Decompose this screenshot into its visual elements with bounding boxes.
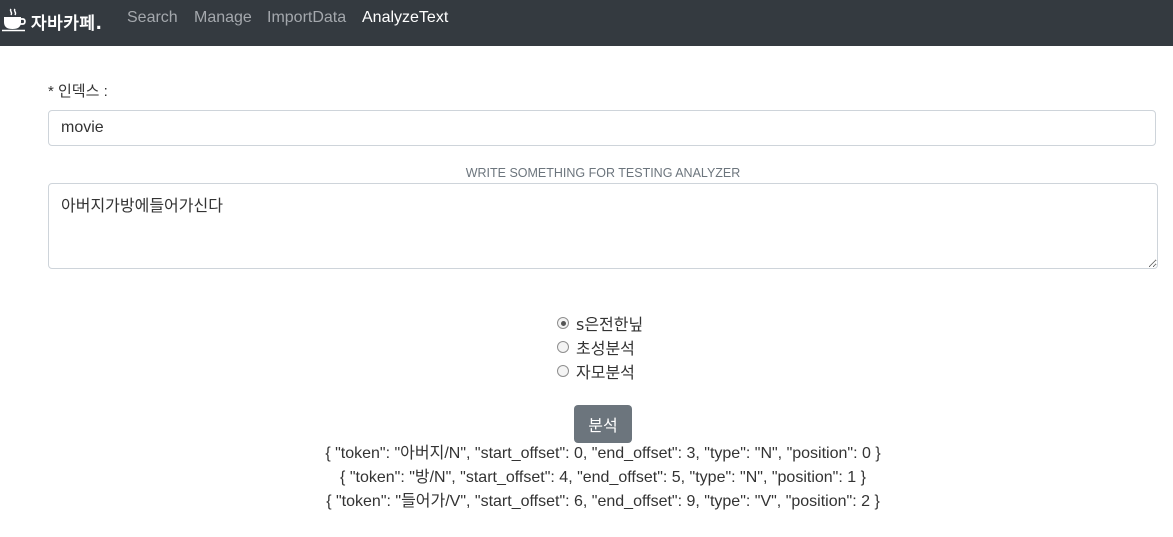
coffee-cup-icon xyxy=(2,8,26,32)
brand-text: 자바카페. xyxy=(31,13,103,34)
nav-link-search[interactable]: Search xyxy=(127,9,178,27)
radio-button[interactable] xyxy=(557,365,569,377)
index-label: * 인덱스 : xyxy=(48,83,108,100)
radio-label: s은전한닢 xyxy=(576,315,644,334)
nav-link-manage[interactable]: Manage xyxy=(194,9,252,27)
result-line: { "token": "들어가/V", "start_offset": 6, "… xyxy=(326,493,880,510)
brand-logo[interactable]: 자바카페. xyxy=(2,6,103,36)
analyze-text-textarea[interactable]: 아버지가방에들어가신다 xyxy=(48,183,1158,269)
index-input[interactable] xyxy=(48,110,1156,146)
radio-option-eunjeon[interactable]: s은전한닢 xyxy=(557,311,643,335)
analyze-button[interactable]: 분석 xyxy=(574,405,632,443)
radio-button[interactable] xyxy=(557,317,569,329)
radio-option-jamo[interactable]: 자모분석 xyxy=(557,359,643,383)
result-line: { "token": "아버지/N", "start_offset": 0, "… xyxy=(325,445,881,462)
radio-button[interactable] xyxy=(557,341,569,353)
analyzer-radio-group: s은전한닢 초성분석 자모분석 xyxy=(557,311,643,383)
analysis-results: { "token": "아버지/N", "start_offset": 0, "… xyxy=(0,444,1173,516)
radio-option-chosung[interactable]: 초성분석 xyxy=(557,335,643,359)
radio-label: 자모분석 xyxy=(576,363,635,382)
textarea-caption: WRITE SOMETHING FOR TESTING ANALYZER xyxy=(465,166,741,180)
nav-link-importdata[interactable]: ImportData xyxy=(267,9,346,27)
radio-label: 초성분석 xyxy=(576,339,635,358)
top-navbar: 자바카페. Search Manage ImportData AnalyzeTe… xyxy=(0,0,1173,46)
result-line: { "token": "방/N", "start_offset": 4, "en… xyxy=(340,469,866,486)
nav-link-analyzetext[interactable]: AnalyzeText xyxy=(362,9,448,27)
